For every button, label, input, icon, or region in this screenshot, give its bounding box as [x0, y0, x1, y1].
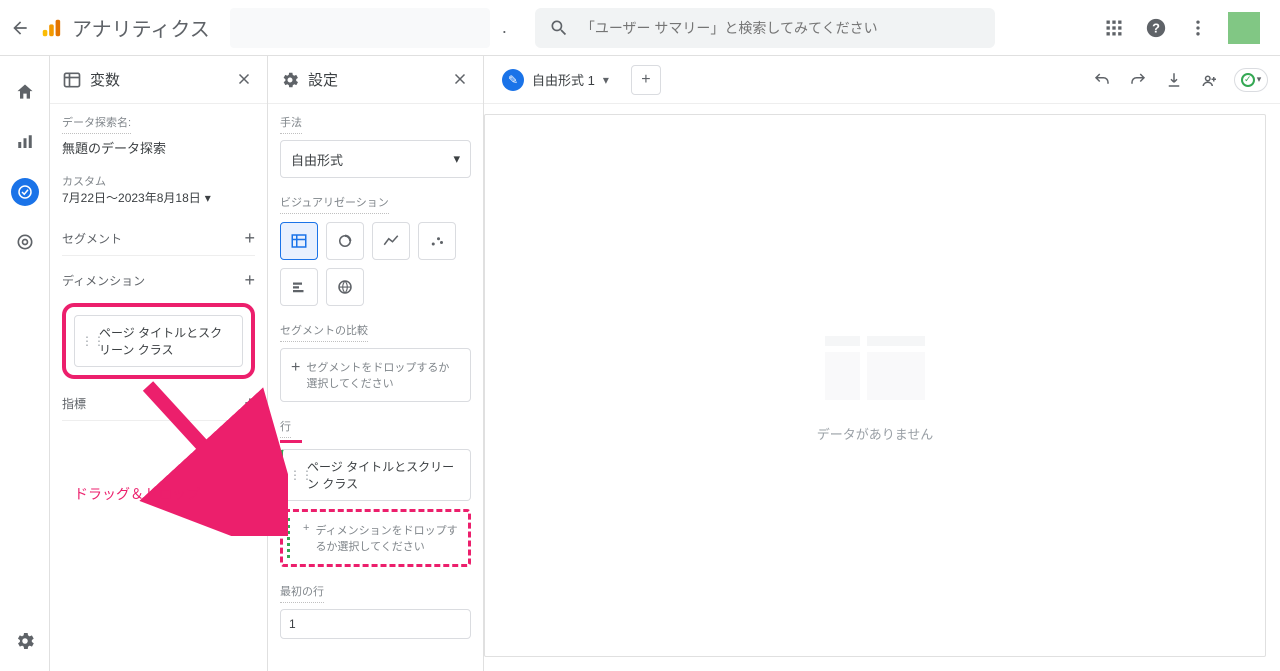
property-dot: . [502, 17, 507, 38]
undo-button[interactable] [1090, 68, 1114, 92]
segments-section: セグメント + [62, 222, 255, 256]
canvas-area: ✎ 自由形式 1 ▾ + ✓ ▾ [484, 56, 1280, 671]
date-preset: カスタム [62, 173, 255, 189]
segment-drop-zone[interactable]: + セグメントをドロップするか選択してください [280, 348, 471, 402]
close-variables-button[interactable] [235, 70, 255, 90]
highlighted-dimension-box: ⋮⋮ ページ タイトルとスクリーン クラス [62, 303, 255, 379]
chevron-down-icon: ▾ [1257, 74, 1262, 85]
back-button[interactable] [8, 16, 32, 40]
plus-icon: + [291, 359, 300, 377]
check-icon: ✓ [1241, 73, 1255, 87]
rail-admin[interactable] [11, 627, 39, 655]
technique-label: 手法 [280, 114, 302, 134]
canvas-actions: ✓ ▾ [1090, 68, 1268, 92]
dimension-drop-text: ディメンションをドロップするか選択してください [315, 522, 458, 554]
first-row-label: 最初の行 [280, 583, 324, 603]
drag-handle-icon[interactable]: ⋮⋮ [289, 468, 313, 482]
rail-explore[interactable] [11, 178, 39, 206]
rail-advertising[interactable] [11, 228, 39, 256]
canvas-tab-bar: ✎ 自由形式 1 ▾ + ✓ ▾ [484, 56, 1280, 104]
variables-icon [62, 70, 82, 90]
viz-geo-button[interactable] [326, 268, 364, 306]
chevron-down-icon: ▾ [603, 73, 609, 87]
viz-line-button[interactable] [372, 222, 410, 260]
settings-panel: 設定 手法 自由形式 ▾ ビジュアリゼーション [268, 56, 484, 671]
dimension-pill[interactable]: ⋮⋮ ページ タイトルとスクリーン クラス [74, 315, 243, 367]
add-metric-button[interactable]: + [244, 393, 255, 414]
technique-select[interactable]: 自由形式 ▾ [280, 140, 471, 178]
more-icon[interactable] [1186, 16, 1210, 40]
settings-icon [280, 70, 300, 90]
svg-text:?: ? [1152, 20, 1160, 35]
first-row-input[interactable] [280, 609, 471, 639]
canvas-body: データがありません [484, 114, 1266, 657]
dimension-pill-label: ページ タイトルとスクリーン クラス [99, 326, 222, 357]
top-bar: アナリティクス . ? [0, 0, 1280, 56]
property-selector[interactable] [230, 8, 490, 48]
search-icon [549, 18, 569, 38]
top-icons: ? [1102, 12, 1272, 44]
annotation-text: ドラッグ＆ドロップ [74, 484, 200, 504]
tab-label: 自由形式 1 [532, 70, 595, 89]
plus-icon: + [303, 522, 309, 554]
ga-logo-icon [40, 17, 62, 39]
viz-table-button[interactable] [280, 222, 318, 260]
exploration-name-label: データ探索名: [62, 114, 131, 134]
dimensions-section: ディメンション + [62, 264, 255, 297]
dimensions-label: ディメンション [62, 272, 145, 289]
viz-donut-button[interactable] [326, 222, 364, 260]
share-button[interactable] [1198, 68, 1222, 92]
date-range-text: 7月22日～2023年8月18日 [62, 189, 201, 206]
segments-label: セグメント [62, 230, 122, 247]
segment-compare-label: セグメントの比較 [280, 322, 368, 342]
variables-panel: 変数 データ探索名: 無題のデータ探索 カスタム 7月22日～2023年8月18… [50, 56, 268, 671]
rail-home[interactable] [11, 78, 39, 106]
add-tab-button[interactable]: + [631, 65, 661, 95]
segment-drop-text: セグメントをドロップするか選択してください [306, 359, 460, 391]
add-dimension-button[interactable]: + [244, 270, 255, 291]
chevron-down-icon: ▾ [453, 151, 460, 167]
technique-value: 自由形式 [291, 150, 343, 169]
logo-area: アナリティクス [40, 13, 210, 42]
settings-title: 設定 [308, 69, 443, 90]
redo-button[interactable] [1126, 68, 1150, 92]
chevron-down-icon: ▾ [205, 191, 211, 205]
drag-handle-icon[interactable]: ⋮⋮ [81, 334, 105, 348]
search-input[interactable] [581, 20, 981, 36]
search-box[interactable] [535, 8, 995, 48]
rows-underline-highlight [280, 440, 302, 443]
add-segment-button[interactable]: + [244, 228, 255, 249]
help-icon[interactable]: ? [1144, 16, 1168, 40]
exploration-name[interactable]: 無題のデータ探索 [62, 138, 255, 157]
left-rail [0, 56, 50, 671]
visualization-grid [280, 222, 471, 306]
date-range-picker[interactable]: 7月22日～2023年8月18日 ▾ [62, 189, 255, 206]
viz-bar-button[interactable] [280, 268, 318, 306]
product-name: アナリティクス [72, 13, 210, 42]
visualization-label: ビジュアリゼーション [280, 194, 389, 214]
status-indicator[interactable]: ✓ ▾ [1234, 68, 1268, 92]
empty-state-icon [815, 328, 935, 408]
viz-scatter-button[interactable] [418, 222, 456, 260]
metrics-label: 指標 [62, 395, 86, 412]
pencil-icon: ✎ [502, 69, 524, 91]
rail-reports[interactable] [11, 128, 39, 156]
metrics-section: 指標 + [62, 387, 255, 421]
row-dimension-pill[interactable]: ⋮⋮ ページ タイトルとスクリーン クラス [280, 449, 471, 501]
close-settings-button[interactable] [451, 70, 471, 90]
no-data-text: データがありません [817, 424, 934, 443]
tab-freeform-1[interactable]: ✎ 自由形式 1 ▾ [496, 65, 615, 95]
apps-icon[interactable] [1102, 16, 1126, 40]
variables-title: 変数 [90, 69, 227, 90]
rows-label: 行 [280, 418, 291, 438]
dimension-drop-zone[interactable]: + ディメンションをドロップするか選択してください [280, 509, 471, 567]
download-button[interactable] [1162, 68, 1186, 92]
row-pill-label: ページ タイトルとスクリーン クラス [307, 460, 454, 491]
avatar[interactable] [1228, 12, 1260, 44]
main-area: 変数 データ探索名: 無題のデータ探索 カスタム 7月22日～2023年8月18… [0, 56, 1280, 671]
